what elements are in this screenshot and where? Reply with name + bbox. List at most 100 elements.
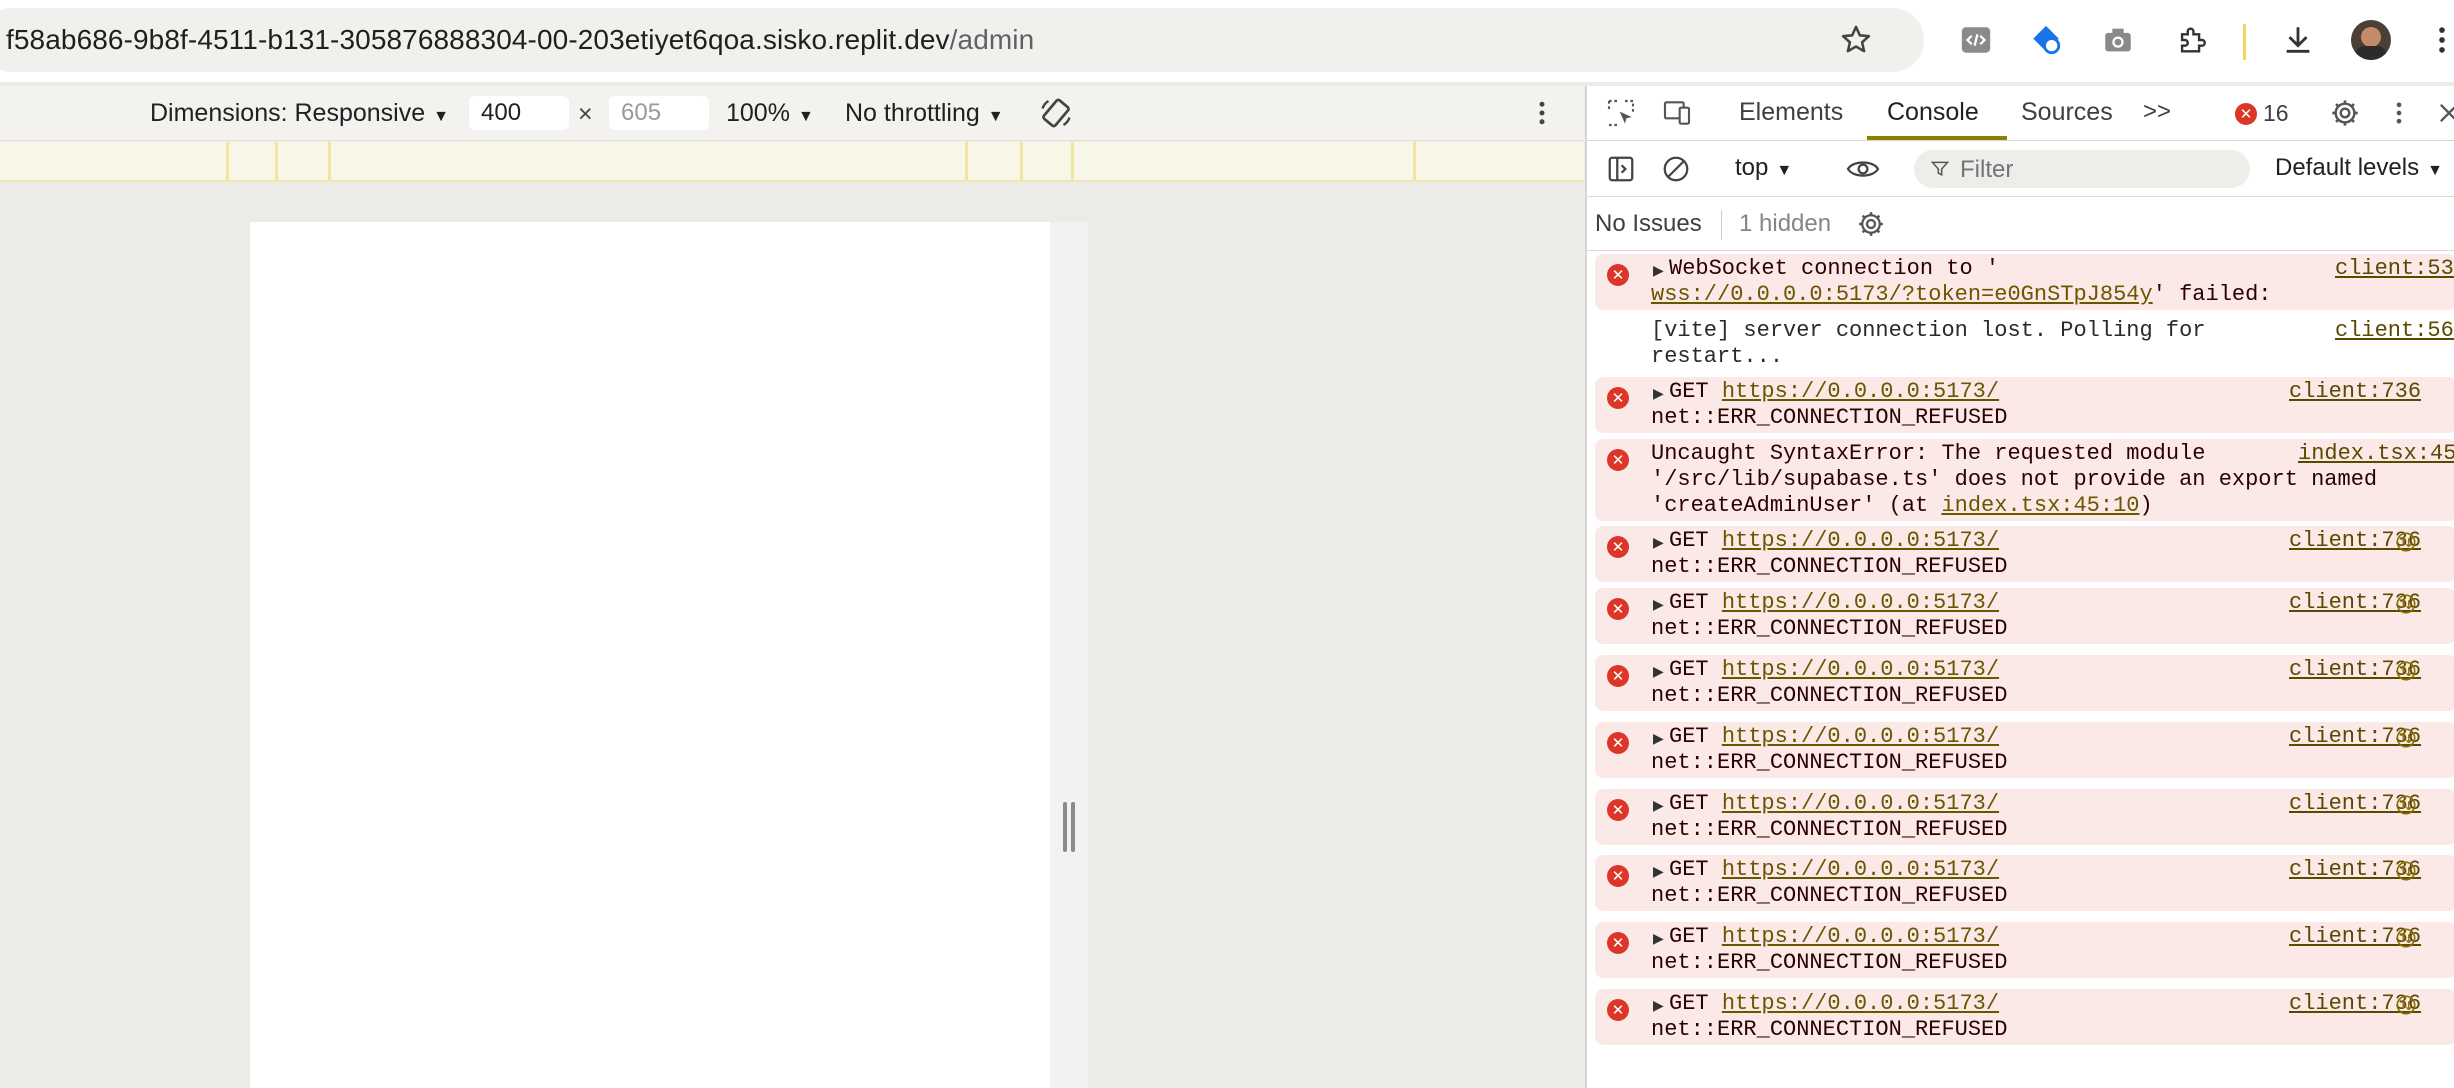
throttling-dropdown[interactable]: No throttling ▼	[845, 99, 1004, 128]
extensions-puzzle-icon[interactable]	[2170, 18, 2214, 62]
log-levels-dropdown[interactable]: Default levels ▼	[2275, 154, 2443, 182]
message-link[interactable]: https://0.0.0.0:5173/	[1722, 379, 1999, 404]
dimensions-dropdown[interactable]: Dimensions: Responsive ▼	[150, 99, 449, 128]
message-link[interactable]: https://0.0.0.0:5173/	[1722, 590, 1999, 615]
message-link[interactable]: https://0.0.0.0:5173/	[1722, 857, 1999, 882]
console-error-message[interactable]: ✕ ▶ GET https://0.0.0.0:5173/ net::ERR_C…	[1595, 855, 2454, 911]
height-input[interactable]: 605	[609, 96, 709, 130]
source-link[interactable]: index.tsx:45	[2298, 441, 2454, 467]
network-request-icon[interactable]	[2395, 660, 2417, 682]
tab-sources[interactable]: Sources	[2021, 98, 2113, 127]
settings-gear-icon[interactable]	[2323, 91, 2367, 135]
console-error-message[interactable]: ✕ ▶ WebSocket connection to ' wss://0.0.…	[1595, 254, 2454, 310]
url-text[interactable]: f58ab686-9b8f-4511-b131-305876888304-00-…	[6, 24, 1034, 56]
device-toolbar: Dimensions: Responsive ▼ 400 × 605 100% ▼ …	[0, 86, 1584, 141]
message-text: net::ERR_CONNECTION_REFUSED	[1651, 883, 2008, 908]
message-text: [vite] server connection lost. Polling f…	[1651, 318, 2206, 343]
issues-label[interactable]: No Issues	[1595, 210, 1702, 238]
media-query-marker[interactable]	[1020, 142, 1023, 180]
console-info-message[interactable]: [vite] server connection lost. Polling f…	[1595, 316, 2454, 372]
context-selector[interactable]: top ▼	[1735, 154, 1792, 182]
console-error-message[interactable]: ✕ ▶ GET https://0.0.0.0:5173/ net::ERR_C…	[1595, 655, 2454, 711]
issues-bar: No Issues 1 hidden	[1587, 198, 2454, 251]
devtools-tabbar: Elements Console Sources >> ✕ 16	[1587, 86, 2454, 141]
more-tabs-button[interactable]: >>	[2143, 98, 2171, 126]
media-query-bar[interactable]	[0, 142, 1584, 182]
error-counter[interactable]: ✕ 16	[2235, 100, 2289, 127]
console-error-message[interactable]: ✕ ▶ GET https://0.0.0.0:5173/ net::ERR_C…	[1595, 377, 2454, 433]
message-text: GET	[1669, 379, 1722, 404]
network-request-icon[interactable]	[2395, 927, 2417, 949]
media-query-marker[interactable]	[1413, 142, 1416, 180]
clear-console-icon[interactable]	[1654, 147, 1698, 191]
error-count: 16	[2263, 100, 2289, 126]
message-link[interactable]: https://0.0.0.0:5173/	[1722, 991, 1999, 1016]
media-query-marker[interactable]	[226, 142, 229, 180]
message-text: GET	[1669, 657, 1722, 682]
error-icon: ✕	[1607, 598, 1629, 620]
media-query-marker[interactable]	[965, 142, 968, 180]
message-link[interactable]: wss://0.0.0.0:5173/?token=e0GnSTpJ854y	[1651, 282, 2153, 307]
network-request-icon[interactable]	[2395, 860, 2417, 882]
hidden-count[interactable]: 1 hidden	[1739, 210, 1831, 238]
source-link[interactable]: client:560	[2335, 318, 2454, 344]
bookmark-star-icon[interactable]	[1834, 18, 1878, 62]
address-bar[interactable]: f58ab686-9b8f-4511-b131-305876888304-00-…	[0, 8, 1924, 72]
console-error-message[interactable]: ✕ ▶ GET https://0.0.0.0:5173/ net::ERR_C…	[1595, 722, 2454, 778]
message-link[interactable]: https://0.0.0.0:5173/	[1722, 724, 1999, 749]
network-request-icon[interactable]	[2395, 727, 2417, 749]
filter-input[interactable]: Filter	[1914, 150, 2250, 188]
console-error-message[interactable]: ✕ Uncaught SyntaxError: The requested mo…	[1595, 439, 2454, 521]
message-link[interactable]: https://0.0.0.0:5173/	[1722, 528, 1999, 553]
message-text: GET	[1669, 528, 1722, 553]
code-extension-icon[interactable]	[1954, 18, 1998, 62]
chevron-down-icon: ▼	[797, 108, 814, 125]
console-error-message[interactable]: ✕ ▶ GET https://0.0.0.0:5173/ net::ERR_C…	[1595, 588, 2454, 644]
tab-elements[interactable]: Elements	[1739, 98, 1843, 127]
message-text: GET	[1669, 724, 1722, 749]
sidebar-toggle-icon[interactable]	[1599, 147, 1643, 191]
network-request-icon[interactable]	[2395, 994, 2417, 1016]
console-error-message[interactable]: ✕ ▶ GET https://0.0.0.0:5173/ net::ERR_C…	[1595, 526, 2454, 582]
inspect-element-icon[interactable]	[1599, 91, 1643, 135]
tab-console[interactable]: Console	[1887, 98, 1979, 127]
message-link[interactable]: index.tsx:45:10	[1941, 493, 2139, 518]
devtools-menu-icon[interactable]	[2377, 91, 2421, 135]
translate-extension-icon[interactable]	[2024, 18, 2068, 62]
message-text: net::ERR_CONNECTION_REFUSED	[1651, 1017, 2008, 1042]
zoom-dropdown[interactable]: 100% ▼	[726, 99, 814, 128]
media-query-marker[interactable]	[328, 142, 331, 180]
chevron-down-icon: ▼	[433, 108, 449, 125]
console-error-message[interactable]: ✕ ▶ GET https://0.0.0.0:5173/ net::ERR_C…	[1595, 789, 2454, 845]
message-link[interactable]: https://0.0.0.0:5173/	[1722, 924, 1999, 949]
media-query-marker[interactable]	[275, 142, 278, 180]
message-text: net::ERR_CONNECTION_REFUSED	[1651, 817, 2008, 842]
device-viewport[interactable]	[250, 222, 1050, 1088]
network-request-icon[interactable]	[2395, 531, 2417, 553]
live-expression-eye-icon[interactable]	[1841, 147, 1885, 191]
console-error-message[interactable]: ✕ ▶ GET https://0.0.0.0:5173/ net::ERR_C…	[1595, 989, 2454, 1045]
resize-handle[interactable]	[1050, 222, 1088, 1088]
close-devtools-icon[interactable]	[2427, 91, 2454, 135]
error-icon: ✕	[1607, 865, 1629, 887]
source-link[interactable]: client:736	[2289, 379, 2421, 405]
message-text: ' failed:	[2152, 282, 2272, 307]
console-error-message[interactable]: ✕ ▶ GET https://0.0.0.0:5173/ net::ERR_C…	[1595, 922, 2454, 978]
width-input[interactable]: 400	[469, 96, 569, 130]
message-text: )	[2139, 493, 2153, 518]
message-link[interactable]: https://0.0.0.0:5173/	[1722, 791, 1999, 816]
profile-avatar[interactable]	[2351, 20, 2391, 60]
camera-extension-icon[interactable]	[2096, 18, 2140, 62]
console-settings-gear-icon[interactable]	[1849, 202, 1893, 246]
media-query-marker[interactable]	[1071, 142, 1074, 180]
network-request-icon[interactable]	[2395, 593, 2417, 615]
message-link[interactable]: https://0.0.0.0:5173/	[1722, 657, 1999, 682]
network-request-icon[interactable]	[2395, 794, 2417, 816]
browser-menu-icon[interactable]	[2420, 18, 2454, 62]
message-text: Uncaught SyntaxError: The requested modu…	[1651, 441, 2206, 466]
rotate-device-icon[interactable]	[1034, 91, 1078, 135]
device-toggle-icon[interactable]	[1655, 91, 1699, 135]
download-icon[interactable]	[2276, 18, 2320, 62]
source-link[interactable]: client:536	[2335, 256, 2454, 282]
device-options-icon[interactable]	[1520, 91, 1564, 135]
